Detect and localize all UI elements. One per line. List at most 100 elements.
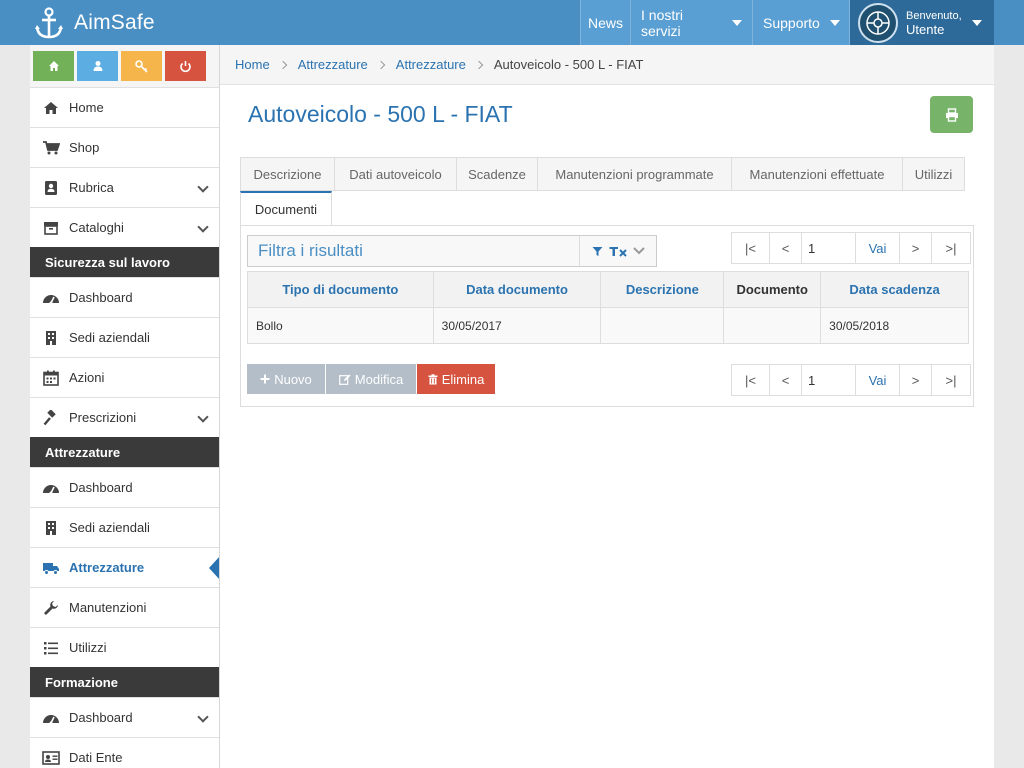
print-button[interactable] [930, 96, 973, 133]
pager-go-button[interactable]: Vai [856, 233, 900, 263]
pager-first-button[interactable]: |< [732, 365, 770, 395]
sidebar-item-sedi-aziendali[interactable]: Sedi aziendali [30, 317, 219, 357]
tab-label: Descrizione [253, 166, 322, 182]
pager-go-button[interactable]: Vai [856, 365, 900, 395]
filter-actions [579, 236, 656, 266]
table-cell: Bollo [247, 307, 434, 344]
app-title: AimSafe [74, 10, 155, 34]
quick-key-button[interactable] [121, 51, 162, 81]
pager-page-input[interactable]: 1 [802, 365, 856, 395]
tab-documenti[interactable]: Documenti [240, 191, 332, 226]
id-card-icon [42, 749, 60, 767]
pager-prev-button[interactable]: < [770, 365, 802, 395]
breadcrumb-attrezzature[interactable]: Attrezzature [298, 57, 368, 72]
sidebar-item-attrezzature[interactable]: Attrezzature [30, 547, 219, 587]
pager-page-input[interactable]: 1 [802, 233, 856, 263]
sidebar-item-label: Shop [69, 140, 100, 155]
pager-prev-button[interactable]: < [770, 233, 802, 263]
filter-input[interactable]: Filtra i risultati [248, 241, 579, 261]
sidebar-item-manutenzioni[interactable]: Manutenzioni [30, 587, 219, 627]
sidebar-item-prescrizioni[interactable]: Prescrizioni [30, 397, 219, 437]
pager-first-button[interactable]: |< [732, 233, 770, 263]
sidebar-item-utilizzi[interactable]: Utilizzi [30, 627, 219, 667]
quick-home-button[interactable] [33, 51, 74, 81]
column-header-data-documento[interactable]: Data documento [432, 271, 602, 308]
table-row[interactable]: Bollo 30/05/2017 30/05/2018 [247, 307, 969, 344]
column-header-tipo[interactable]: Tipo di documento [247, 271, 434, 308]
sidebar-item-dashboard[interactable]: Dashboard [30, 277, 219, 317]
sidebar: Home Shop Rubrica Cataloghi Sicurezza su… [30, 45, 220, 768]
clear-filter-icon[interactable] [609, 246, 627, 257]
sidebar-item-home[interactable]: Home [30, 87, 219, 127]
sidebar-item-cataloghi[interactable]: Cataloghi [30, 207, 219, 247]
nav-servizi-dropdown[interactable]: I nostri servizi [630, 0, 752, 45]
caret-down-icon [971, 19, 982, 26]
user-name: Utente [906, 21, 945, 37]
breadcrumb-attrezzature-list[interactable]: Attrezzature [396, 57, 466, 72]
dashboard-icon [42, 479, 60, 497]
sidebar-item-label: Dashboard [69, 290, 133, 305]
sidebar-item-label: Cataloghi [69, 220, 124, 235]
chevron-down-icon[interactable] [632, 247, 645, 255]
tab-utilizzi[interactable]: Utilizzi [902, 157, 965, 191]
nav-servizi-label: I nostri servizi [641, 6, 684, 39]
filter-icon[interactable] [592, 246, 603, 257]
sidebar-item-label: Home [69, 100, 104, 115]
page-title: Autoveicolo - 500 L - FIAT [248, 101, 513, 127]
nav-spacer [994, 0, 1024, 45]
pager-last-button[interactable]: >| [932, 365, 970, 395]
tabs: Descrizione Dati autoveicolo Scadenze Ma… [240, 157, 965, 226]
sidebar-item-label: Prescrizioni [69, 410, 137, 425]
tab-scadenze[interactable]: Scadenze [456, 157, 537, 191]
sidebar-item-sedi-aziendali[interactable]: Sedi aziendali [30, 507, 219, 547]
table-cell [600, 307, 725, 344]
chevron-right-icon [376, 60, 386, 69]
tab-manutenzioni-programmate[interactable]: Manutenzioni programmate [537, 157, 731, 191]
sidebar-item-rubrica[interactable]: Rubrica [30, 167, 219, 207]
breadcrumb: Home Attrezzature Attrezzature Autoveico… [220, 45, 994, 85]
table-cell [723, 307, 822, 344]
tab-label: Dati autoveicolo [349, 166, 442, 182]
nav-supporto-dropdown[interactable]: Supporto [752, 0, 849, 45]
wrench-icon [42, 599, 60, 617]
sidebar-item-label: Manutenzioni [69, 600, 147, 615]
sidebar-item-shop[interactable]: Shop [30, 127, 219, 167]
tab-manutenzioni-effettuate[interactable]: Manutenzioni effettuate [731, 157, 902, 191]
key-icon [135, 59, 148, 73]
tab-dati-autoveicolo[interactable]: Dati autoveicolo [334, 157, 456, 191]
sidebar-item-label: Sedi aziendali [69, 330, 150, 345]
delete-button[interactable]: Elimina [417, 364, 495, 394]
section-header-attrezzature: Attrezzature [30, 437, 219, 467]
new-button[interactable]: Nuovo [247, 364, 325, 394]
sidebar-item-dati-ente[interactable]: Dati Ente [30, 737, 219, 768]
column-header-data-scadenza[interactable]: Data scadenza [820, 271, 969, 308]
pager-top: |< < 1 Vai > >| [731, 232, 971, 264]
dashboard-icon [42, 709, 60, 727]
dashboard-icon [42, 289, 60, 307]
tab-descrizione[interactable]: Descrizione [240, 157, 334, 191]
pager-next-button[interactable]: > [900, 365, 932, 395]
column-header-descrizione[interactable]: Descrizione [600, 271, 725, 308]
avatar [858, 2, 898, 43]
quick-user-button[interactable] [77, 51, 118, 81]
home-icon [48, 61, 59, 71]
tab-label: Scadenze [468, 166, 526, 182]
user-greeting: Benvenuto, [906, 9, 962, 22]
sidebar-item-label: Rubrica [69, 180, 114, 195]
brand[interactable]: AimSafe [34, 0, 155, 45]
quick-power-button[interactable] [165, 51, 206, 81]
breadcrumb-home[interactable]: Home [235, 57, 270, 72]
pager-last-button[interactable]: >| [932, 233, 970, 263]
user-menu[interactable]: Benvenuto, Utente [849, 0, 994, 45]
sidebar-item-azioni[interactable]: Azioni [30, 357, 219, 397]
filter-box[interactable]: Filtra i risultati [247, 235, 657, 267]
chevron-down-icon [197, 411, 209, 423]
main-content: Home Attrezzature Attrezzature Autoveico… [220, 45, 994, 768]
edit-button[interactable]: Modifica [326, 364, 416, 394]
sidebar-item-label: Azioni [69, 370, 105, 385]
nav-news[interactable]: News [580, 0, 630, 45]
sidebar-item-dashboard[interactable]: Dashboard [30, 697, 219, 737]
pager-next-button[interactable]: > [900, 233, 932, 263]
tab-label: Utilizzi [914, 166, 953, 182]
sidebar-item-dashboard[interactable]: Dashboard [30, 467, 219, 507]
